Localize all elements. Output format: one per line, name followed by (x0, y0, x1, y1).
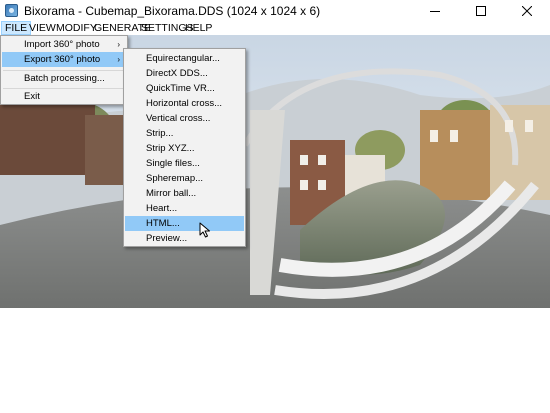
minimize-icon (430, 10, 440, 12)
chevron-right-icon: › (117, 55, 120, 64)
submenu-item-directx-dds[interactable]: DirectX DDS... (125, 66, 244, 81)
submenu-item-preview[interactable]: Preview... (125, 231, 244, 246)
menu-item-label: Exit (24, 91, 40, 102)
minimize-button[interactable] (412, 0, 458, 21)
menu-bar: FILE VIEW MODIFY GENERATE SETTINGS HELP (0, 21, 550, 35)
menu-item-batch-processing[interactable]: Batch processing... (2, 71, 126, 86)
maximize-button[interactable] (458, 0, 504, 21)
submenu-item-mirror-ball[interactable]: Mirror ball... (125, 186, 244, 201)
close-button[interactable] (504, 0, 550, 21)
submenu-item-single-files[interactable]: Single files... (125, 156, 244, 171)
window-title: Bixorama - Cubemap_Bixorama.DDS (1024 x … (24, 4, 321, 18)
submenu-item-horizontal-cross[interactable]: Horizontal cross... (125, 96, 244, 111)
app-icon (5, 4, 18, 17)
maximize-icon (476, 5, 486, 16)
submenu-item-heart[interactable]: Heart... (125, 201, 244, 216)
mouse-cursor-icon (199, 222, 210, 238)
submenu-item-vertical-cross[interactable]: Vertical cross... (125, 111, 244, 126)
close-icon (522, 5, 532, 16)
submenu-item-equirectangular[interactable]: Equirectangular... (125, 51, 244, 66)
submenu-item-spheremap[interactable]: Spheremap... (125, 171, 244, 186)
submenu-item-html[interactable]: HTML... (125, 216, 244, 231)
menu-help[interactable]: HELP (182, 21, 215, 35)
menu-item-export-360[interactable]: Export 360° photo › (2, 52, 126, 67)
submenu-item-strip[interactable]: Strip... (125, 126, 244, 141)
export-submenu: Equirectangular... DirectX DDS... QuickT… (123, 48, 246, 247)
submenu-item-quicktime-vr[interactable]: QuickTime VR... (125, 81, 244, 96)
menu-item-exit[interactable]: Exit (2, 89, 126, 104)
submenu-item-strip-xyz[interactable]: Strip XYZ... (125, 141, 244, 156)
chevron-right-icon: › (117, 40, 120, 49)
menu-item-label: Import 360° photo (24, 39, 100, 50)
menu-item-label: Batch processing... (24, 73, 105, 84)
menu-item-import-360[interactable]: Import 360° photo › (2, 37, 126, 52)
file-menu: Import 360° photo › Export 360° photo › … (0, 35, 128, 105)
title-bar: Bixorama - Cubemap_Bixorama.DDS (1024 x … (0, 0, 550, 21)
menu-item-label: Export 360° photo (24, 54, 101, 65)
